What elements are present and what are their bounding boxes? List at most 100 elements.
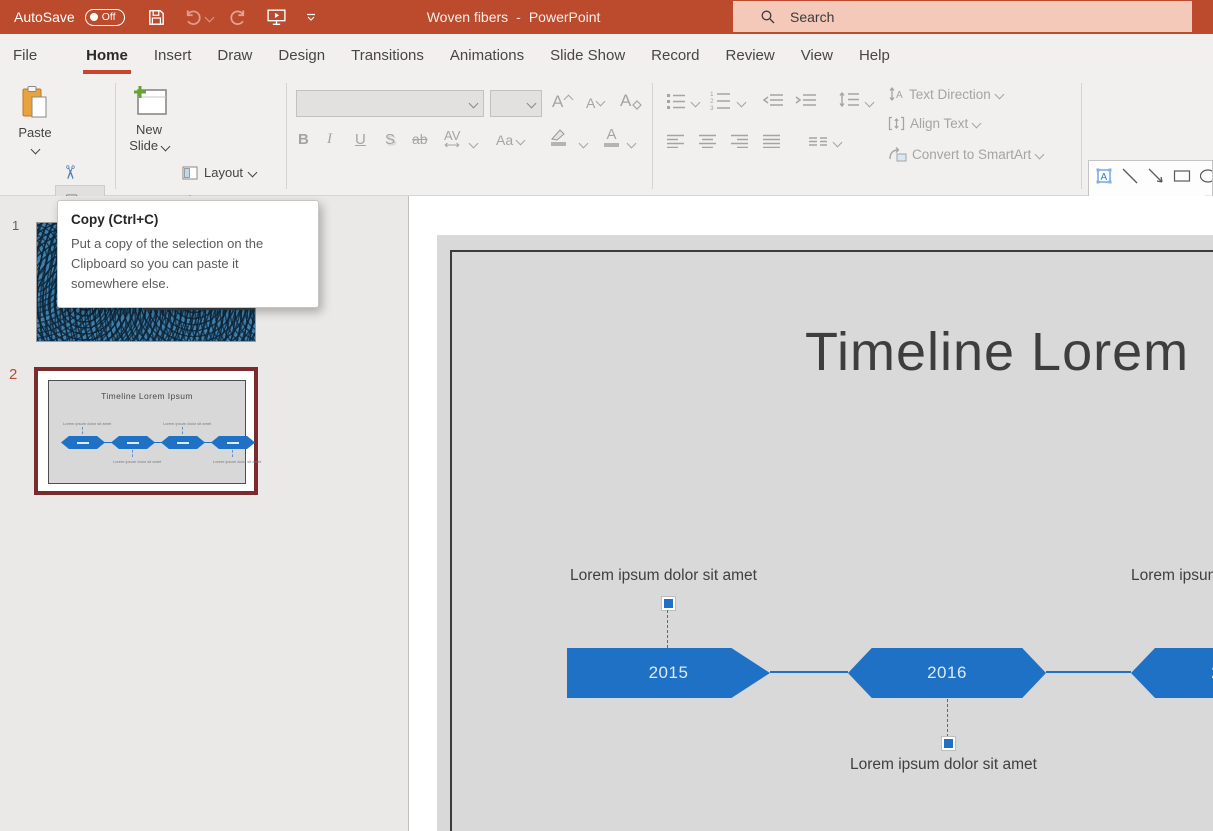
underline-button[interactable]: U (355, 131, 366, 148)
slide-editor-area: Timeline Lorem Lorem ipsum dolor sit ame… (409, 196, 1213, 831)
tab-design[interactable]: Design (265, 34, 338, 77)
paste-label: Paste (13, 125, 57, 140)
window-title: Woven fibers - PowerPoint (427, 9, 601, 25)
timeline-label-bottom[interactable]: Lorem ipsum dolor sit amet (850, 756, 1037, 774)
slide-canvas[interactable]: Timeline Lorem Lorem ipsum dolor sit ame… (437, 235, 1213, 831)
increase-indent-button[interactable] (795, 93, 817, 108)
strikethrough-button[interactable]: ab (412, 131, 428, 147)
timeline-label-top-left[interactable]: Lorem ipsum dolor sit amet (570, 567, 757, 585)
undo-dropdown-icon[interactable] (204, 12, 214, 22)
cut-button[interactable]: ✂ (57, 165, 80, 181)
columns-dropdown-icon[interactable] (833, 138, 843, 148)
shrink-font-button[interactable]: A (586, 95, 604, 111)
thumbnail-connector (132, 450, 133, 457)
svg-text:1: 1 (710, 91, 714, 98)
change-case-button[interactable]: Aa (496, 132, 524, 148)
oval-shape-icon[interactable] (1195, 162, 1213, 190)
timeline-year: 2015 (649, 663, 689, 683)
title-bar: AutoSave Off Woven fibers (0, 0, 1213, 34)
highlight-dropdown-icon[interactable] (579, 139, 589, 149)
tab-insert[interactable]: Insert (141, 34, 205, 77)
character-spacing-dropdown-icon[interactable] (469, 139, 479, 149)
tab-draw[interactable]: Draw (204, 34, 265, 77)
highlight-color-swatch (551, 142, 566, 146)
rectangle-shape-icon[interactable] (1169, 162, 1195, 190)
start-slideshow-icon[interactable] (266, 7, 287, 27)
text-direction-label: Text Direction (909, 87, 991, 102)
align-text-button[interactable]: Align Text (888, 116, 980, 131)
numbering-button[interactable]: 123 (710, 90, 731, 110)
arrow-shape-icon[interactable] (1143, 162, 1169, 190)
align-left-button[interactable] (666, 134, 685, 148)
layout-label: Layout (204, 165, 243, 180)
line-spacing-button[interactable] (838, 90, 860, 109)
font-size-combo[interactable] (490, 90, 542, 117)
new-slide-button[interactable]: New Slide (124, 85, 174, 155)
textbox-shape-icon[interactable]: A (1091, 162, 1117, 190)
group-separator (286, 83, 287, 189)
timeline-shape-2015[interactable]: 2015 (567, 648, 770, 698)
redo-icon[interactable] (229, 8, 248, 27)
new-slide-icon (130, 85, 168, 119)
tab-view[interactable]: View (788, 34, 846, 77)
font-name-combo[interactable] (296, 90, 484, 117)
clear-formatting-button[interactable]: A (620, 91, 642, 111)
tab-help[interactable]: Help (846, 34, 903, 77)
bold-button[interactable]: B (298, 131, 309, 148)
paste-button[interactable]: Paste (13, 85, 57, 158)
save-icon[interactable] (147, 8, 166, 27)
highlight-pen-icon (550, 128, 567, 141)
font-color-dropdown-icon[interactable] (627, 139, 637, 149)
align-center-button[interactable] (698, 134, 717, 148)
autosave-state: Off (102, 11, 116, 23)
text-direction-button[interactable]: A Text Direction (888, 86, 1003, 103)
grow-font-button[interactable]: A (552, 92, 572, 112)
font-color-button[interactable]: A (604, 127, 619, 147)
highlight-color-button[interactable] (550, 128, 567, 146)
slide-title[interactable]: Timeline Lorem (805, 321, 1189, 383)
convert-smartart-label: Convert to SmartArt (912, 147, 1031, 162)
tab-animations[interactable]: Animations (437, 34, 537, 77)
connector-handle[interactable] (662, 597, 675, 610)
connector-handle[interactable] (942, 737, 955, 750)
line-spacing-dropdown-icon[interactable] (865, 98, 875, 108)
tab-review[interactable]: Review (713, 34, 788, 77)
autosave-label: AutoSave (14, 9, 75, 25)
decrease-indent-button[interactable] (762, 93, 784, 108)
timeline-label-top-right[interactable]: Lorem ipsum dolor sit amet (1131, 567, 1213, 585)
justify-button[interactable] (762, 134, 781, 148)
tooltip-body: Put a copy of the selection on the Clipb… (71, 234, 305, 294)
thumbnail-connector (232, 450, 233, 457)
thumbnail-timeline-shape (111, 436, 155, 449)
tab-transitions[interactable]: Transitions (338, 34, 437, 77)
tab-file[interactable]: File (0, 34, 50, 77)
bullets-button[interactable] (666, 92, 686, 109)
thumbnail-label: Lorem ipsum dolor sit amet (63, 421, 111, 426)
character-spacing-button[interactable]: AV (444, 129, 460, 148)
slide-2-thumbnail[interactable]: Timeline Lorem Ipsum Lorem ipsum dolor s… (34, 367, 258, 495)
thumbnail-label: Lorem ipsum dolor sit amet (113, 459, 161, 464)
convert-smartart-button[interactable]: Convert to SmartArt (888, 146, 1043, 162)
timeline-connector (1046, 671, 1131, 673)
tab-slide-show[interactable]: Slide Show (537, 34, 638, 77)
autosave-toggle[interactable]: Off (85, 9, 125, 26)
align-right-button[interactable] (730, 134, 749, 148)
search-input[interactable]: Search (733, 1, 1192, 32)
numbering-dropdown-icon[interactable] (737, 98, 747, 108)
tab-home[interactable]: Home (73, 34, 141, 77)
timeline-shape-2016[interactable]: 2016 (848, 648, 1046, 698)
group-separator (652, 83, 653, 189)
bullets-dropdown-icon[interactable] (691, 98, 701, 108)
customize-qat-icon[interactable] (305, 11, 317, 23)
powerpoint-window: AutoSave Off Woven fibers (0, 0, 1213, 831)
layout-button[interactable]: Layout (182, 165, 256, 180)
thumbnail-label: Lorem ipsum dolor sit amet (213, 459, 261, 464)
undo-icon[interactable] (183, 8, 202, 27)
title-separator: - (516, 9, 521, 25)
line-shape-icon[interactable] (1117, 162, 1143, 190)
text-shadow-button[interactable]: S (385, 131, 395, 148)
italic-button[interactable]: I (327, 131, 332, 148)
svg-text:3: 3 (710, 105, 714, 110)
tab-record[interactable]: Record (638, 34, 712, 77)
columns-button[interactable] (808, 136, 828, 147)
